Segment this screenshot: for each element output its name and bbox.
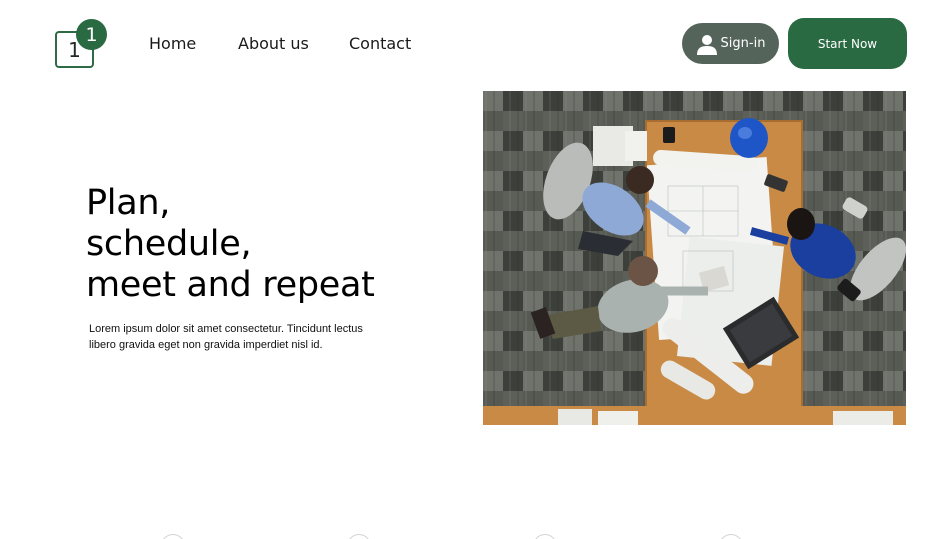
hero-title: Plan, schedule, meet and repeat xyxy=(86,183,446,306)
logo[interactable]: 1 1 xyxy=(55,19,109,71)
signin-button[interactable]: Sign-in xyxy=(682,23,779,64)
feature-icon-circle-4 xyxy=(719,534,743,539)
feature-icon-circle-1 xyxy=(161,534,185,539)
hero-title-line-2: schedule, xyxy=(86,224,252,264)
start-now-button[interactable]: Start Now xyxy=(788,18,907,69)
hero-title-line-3: meet and repeat xyxy=(86,265,375,305)
hero-title-line-1: Plan, xyxy=(86,183,171,223)
user-icon xyxy=(696,33,718,55)
hero-image xyxy=(483,91,906,425)
signin-label: Sign-in xyxy=(720,36,766,51)
nav-item-contact[interactable]: Contact xyxy=(349,34,411,53)
nav-item-about[interactable]: About us xyxy=(238,34,309,53)
nav-item-home[interactable]: Home xyxy=(149,34,196,53)
logo-badge: 1 xyxy=(76,19,107,50)
feature-icon-circle-3 xyxy=(533,534,557,539)
hero-description: Lorem ipsum dolor sit amet consectetur. … xyxy=(89,323,363,351)
feature-icon-circle-2 xyxy=(347,534,371,539)
